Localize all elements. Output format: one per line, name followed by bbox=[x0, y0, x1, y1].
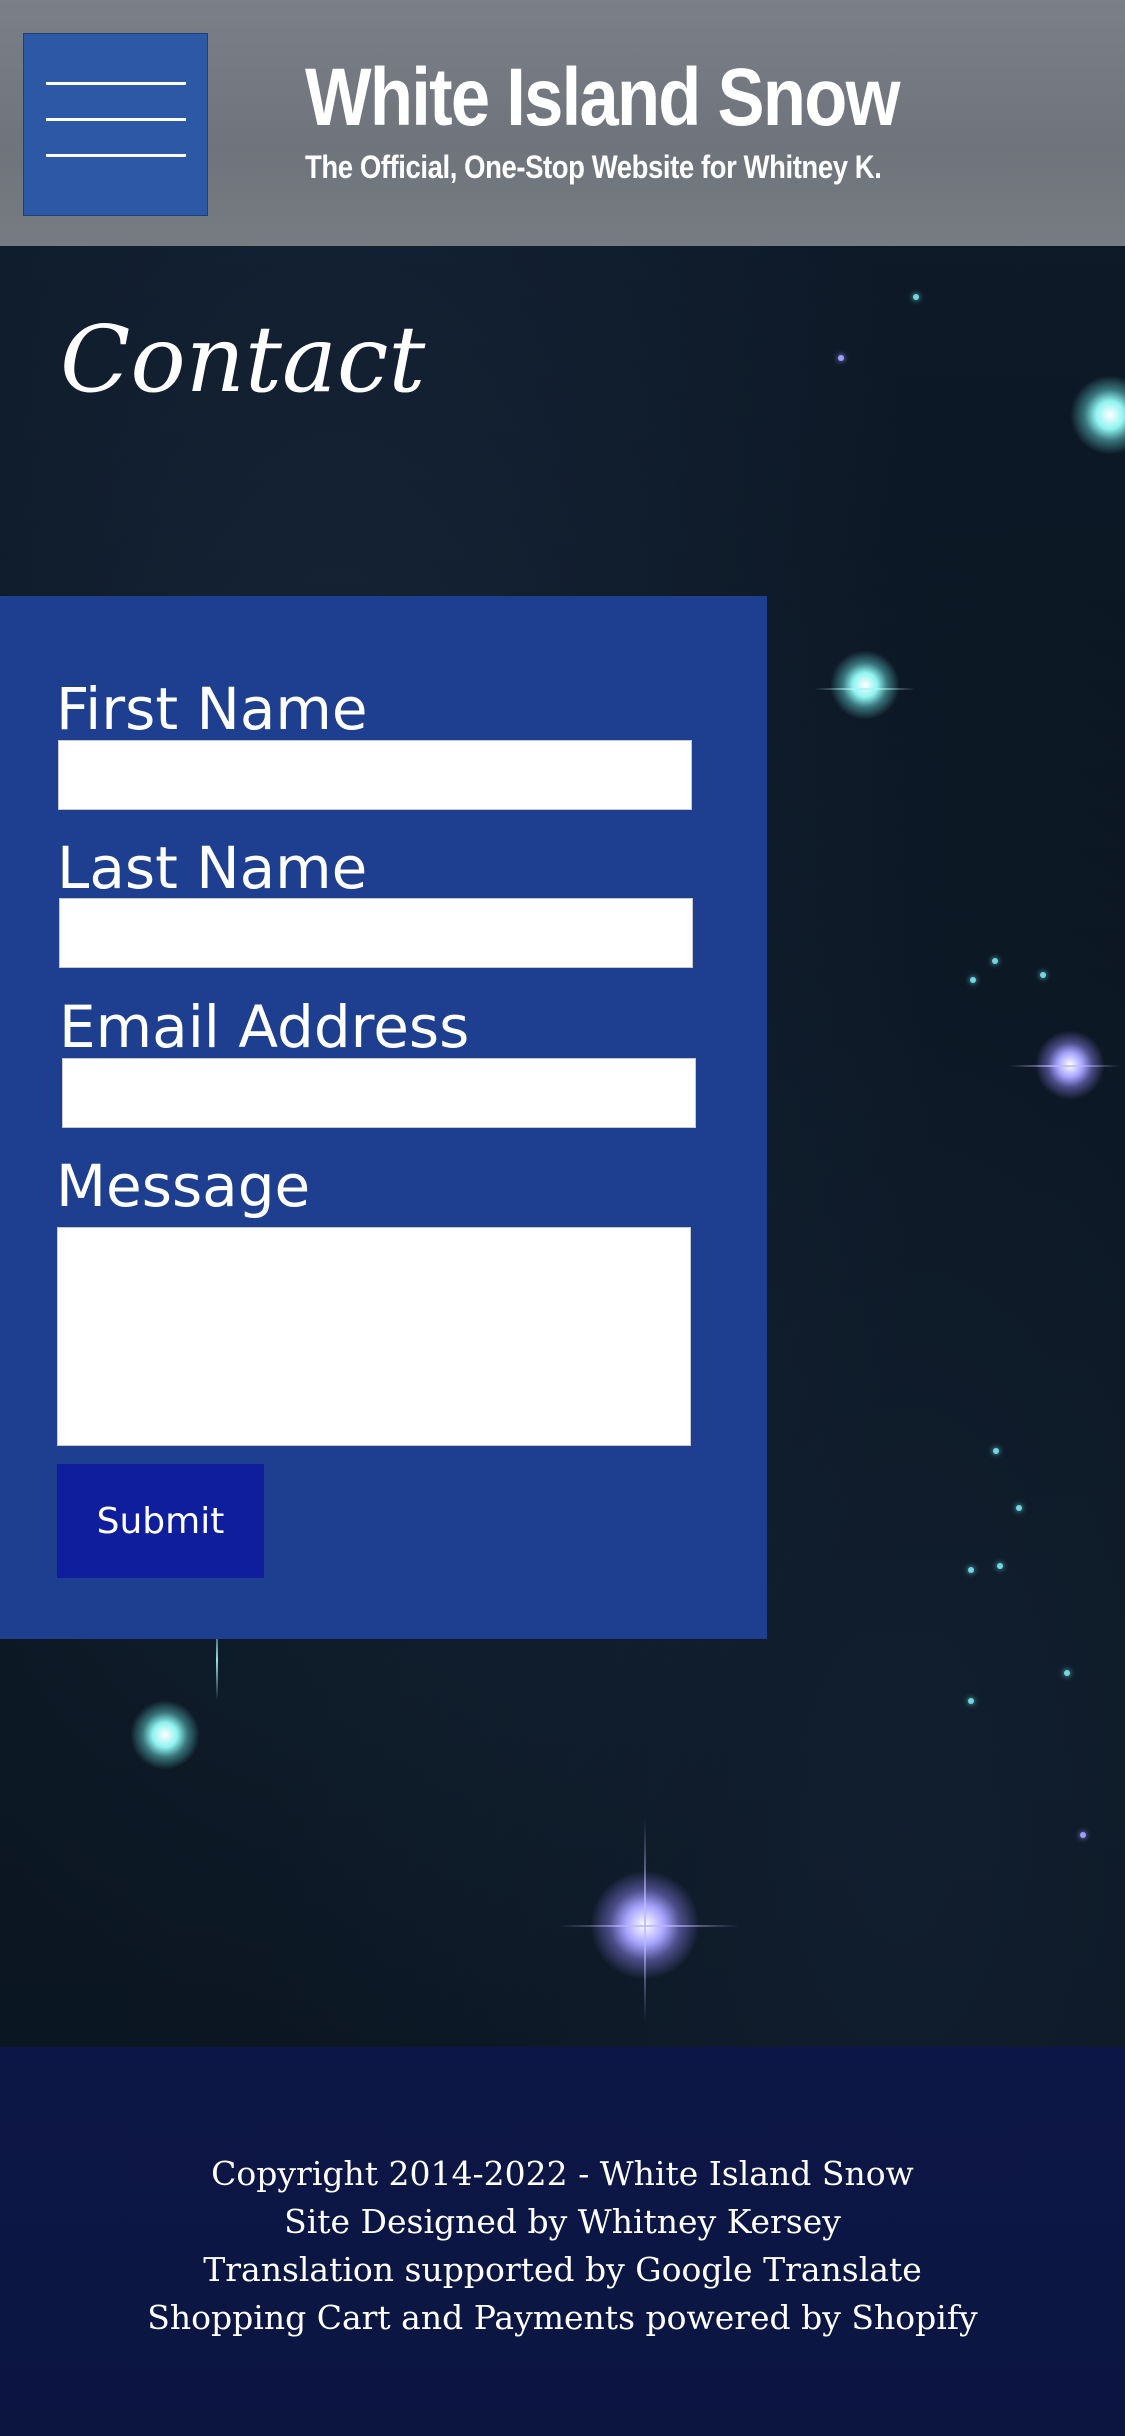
email-address-label: Email Address bbox=[59, 993, 470, 1061]
page-background: White Island Snow The Official, One-Stop… bbox=[0, 0, 1125, 2436]
star-dot bbox=[1040, 972, 1046, 978]
star-dot bbox=[1080, 1832, 1086, 1838]
last-name-field[interactable] bbox=[59, 898, 693, 968]
star-dot bbox=[993, 1448, 999, 1454]
hamburger-menu-button[interactable] bbox=[23, 33, 208, 216]
star-dot bbox=[968, 1567, 974, 1573]
star-decoration bbox=[1035, 1030, 1105, 1100]
star-flare bbox=[815, 688, 915, 690]
last-name-label: Last Name bbox=[57, 834, 368, 902]
star-decoration bbox=[1070, 375, 1125, 455]
footer-translation-credit: Translation supported by Google Translat… bbox=[203, 2250, 922, 2289]
site-title[interactable]: White Island Snow bbox=[305, 52, 900, 144]
star-dot bbox=[970, 977, 976, 983]
star-flare bbox=[644, 1820, 646, 2020]
first-name-label: First Name bbox=[56, 675, 368, 743]
star-dot bbox=[913, 294, 919, 300]
star-dot bbox=[997, 1563, 1003, 1569]
footer-copyright: Copyright 2014-2022 - White Island Snow bbox=[211, 2154, 914, 2193]
page-title: Contact bbox=[60, 306, 426, 413]
message-field[interactable] bbox=[57, 1227, 691, 1446]
footer-shopify-credit: Shopping Cart and Payments powered by Sh… bbox=[147, 2298, 978, 2337]
first-name-field[interactable] bbox=[58, 740, 692, 810]
star-dot bbox=[968, 1698, 974, 1704]
submit-button[interactable]: Submit bbox=[57, 1464, 264, 1578]
star-dot bbox=[838, 355, 844, 361]
message-label: Message bbox=[56, 1152, 311, 1220]
star-flare bbox=[1010, 1065, 1120, 1067]
star-decoration bbox=[590, 1870, 700, 1980]
star-decoration bbox=[830, 650, 900, 720]
star-dot bbox=[1064, 1670, 1070, 1676]
star-flare bbox=[560, 1925, 740, 1927]
star-decoration bbox=[130, 1700, 200, 1770]
star-dot bbox=[992, 958, 998, 964]
site-header: White Island Snow The Official, One-Stop… bbox=[0, 0, 1125, 246]
email-address-field[interactable] bbox=[62, 1058, 696, 1128]
footer-text: Copyright 2014-2022 - White Island Snow … bbox=[0, 2150, 1125, 2342]
footer-designer-credit: Site Designed by Whitney Kersey bbox=[284, 2202, 841, 2241]
star-dot bbox=[1016, 1505, 1022, 1511]
site-subtitle: The Official, One-Stop Website for Whitn… bbox=[305, 149, 882, 185]
